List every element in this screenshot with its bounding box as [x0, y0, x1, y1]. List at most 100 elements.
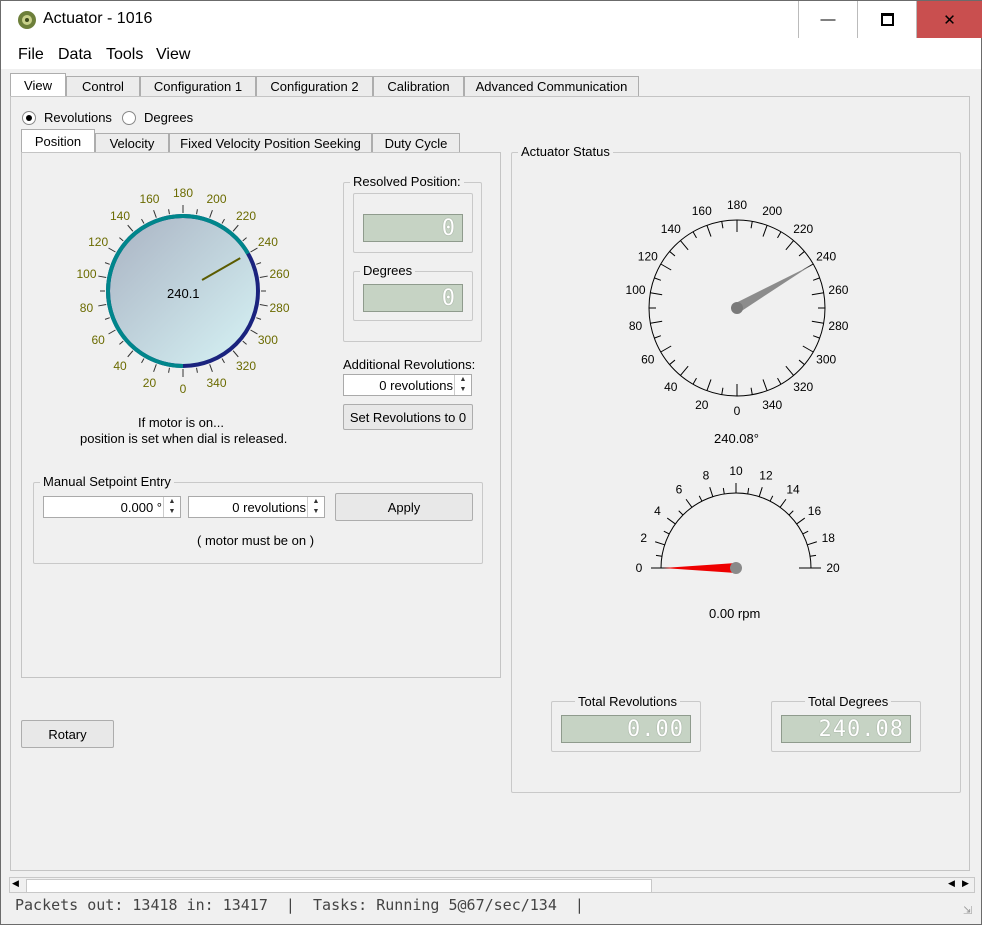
dial-value: 240.1	[167, 286, 200, 301]
status-bar: Packets out: 13418 in: 13417 | Tasks: Ru…	[15, 896, 584, 914]
spin-arrows-icon[interactable]: ▲ ▼	[454, 375, 471, 395]
gauge-tick	[762, 225, 768, 237]
close-icon: ✕	[943, 11, 956, 29]
dial-tick-label: 60	[91, 333, 105, 347]
total-degrees-display: 240.08	[781, 715, 911, 743]
additional-revolutions-spinbox[interactable]: 0 revolutions ▲ ▼	[343, 374, 472, 396]
gauge-tick-label: 340	[762, 398, 782, 412]
speed-gauge-tick	[722, 487, 725, 495]
gauge-tick	[721, 221, 724, 229]
dial-tick	[98, 275, 107, 278]
speed-gauge-tick-label: 2	[640, 531, 647, 545]
setpoint-degrees-spinbox[interactable]: 0.000 ° ▲ ▼	[43, 496, 181, 518]
dial-tick-label: 240	[258, 235, 278, 249]
dial-tick-label: 260	[269, 267, 289, 281]
dial-tick	[221, 218, 225, 224]
revolutions-radio[interactable]	[22, 111, 36, 125]
gauge-tick	[798, 251, 805, 257]
spin-arrows-icon[interactable]: ▲ ▼	[163, 497, 180, 517]
gauge-tick	[750, 221, 753, 229]
scroll-right-icon[interactable]: ▶	[962, 878, 969, 889]
dial-tick	[232, 224, 239, 232]
tab-calibration[interactable]: Calibration	[373, 76, 464, 96]
speed-gauge-tick-label: 16	[808, 504, 822, 518]
tab-configuration-2[interactable]: Configuration 2	[256, 76, 373, 96]
dial-tick	[119, 237, 124, 242]
dial-tick-label: 120	[88, 235, 108, 249]
tab-duty-cycle[interactable]: Duty Cycle	[372, 133, 460, 153]
tab-fixed-velocity-position-seeking[interactable]: Fixed Velocity Position Seeking	[169, 133, 372, 153]
setpoint-revolutions-spinbox[interactable]: 0 revolutions ▲ ▼	[188, 496, 325, 518]
tab-velocity[interactable]: Velocity	[95, 133, 169, 153]
dial-tick	[119, 340, 124, 345]
gauge-tick-label: 240	[816, 250, 836, 264]
scroll-left-icon[interactable]: ◀	[12, 878, 19, 889]
dial-tick	[196, 209, 198, 215]
gauge-tick-label: 120	[638, 250, 658, 264]
menu-bar: File Data Tools View	[1, 39, 981, 69]
menu-data[interactable]: Data	[58, 46, 92, 64]
dial-tick	[168, 367, 170, 373]
dial-tick	[209, 364, 213, 372]
close-button[interactable]: ✕	[916, 1, 982, 38]
speed-gauge-tick	[678, 510, 684, 516]
gauge-tick	[650, 292, 663, 296]
tab-advanced-communication[interactable]: Advanced Communication	[464, 76, 639, 96]
gauge-tick-label: 300	[816, 353, 836, 367]
gauge-hub	[731, 302, 743, 314]
apply-button[interactable]: Apply	[335, 493, 473, 521]
menu-file[interactable]: File	[18, 46, 44, 64]
dial-tick	[141, 218, 145, 224]
rotary-button[interactable]: Rotary	[21, 720, 114, 748]
speed-gauge: 0 24 6 8 10 12 14 1618 20	[636, 464, 840, 575]
spin-arrows-icon[interactable]: ▲ ▼	[307, 497, 324, 517]
degrees-radio-label[interactable]: Degrees	[144, 110, 193, 125]
resize-grip-icon[interactable]: ⇲	[963, 904, 972, 917]
dial-tick	[232, 350, 239, 358]
speed-gauge-needle	[663, 563, 736, 573]
scroll-left-icon[interactable]: ◀	[948, 878, 955, 889]
dial-tick-label: 300	[258, 333, 278, 347]
dial-tick	[108, 247, 116, 253]
app-window: Actuator - 1016 — ✕ File Data Tools View…	[0, 0, 982, 925]
revolutions-radio-label[interactable]: Revolutions	[44, 110, 112, 125]
minimize-button[interactable]: —	[798, 1, 857, 38]
speed-gauge-tick-label: 20	[826, 561, 840, 575]
minimize-icon: —	[820, 11, 836, 28]
tab-view[interactable]: View	[10, 73, 66, 97]
menu-view[interactable]: View	[156, 46, 190, 64]
speed-gauge-tick	[685, 498, 693, 508]
speed-gauge-hub	[730, 562, 742, 574]
tab-position[interactable]: Position	[21, 129, 95, 153]
set-revolutions-button[interactable]: Set Revolutions to 0	[343, 404, 473, 430]
additional-revolutions-value[interactable]: 0 revolutions	[379, 378, 453, 393]
gauge-tick	[680, 365, 689, 376]
dial-tick-label: 340	[207, 376, 227, 390]
dial-tick-label: 40	[113, 359, 127, 373]
gauge-tick-label: 260	[828, 283, 848, 297]
gauge-tick	[654, 277, 662, 281]
dial-tick-label: 0	[180, 382, 187, 396]
dial-tick	[242, 340, 247, 345]
setpoint-degrees-value[interactable]: 0.000 °	[121, 500, 162, 515]
additional-revolutions-label: Additional Revolutions:	[343, 357, 476, 372]
maximize-icon	[880, 13, 894, 26]
maximize-button[interactable]	[857, 1, 916, 38]
gauge-tick	[777, 377, 782, 385]
gauge-tick	[706, 379, 712, 391]
scrollbar-thumb[interactable]	[26, 879, 652, 893]
gauge-tick	[811, 292, 824, 296]
dial-tick	[196, 367, 198, 373]
setpoint-revolutions-value[interactable]: 0 revolutions	[232, 500, 306, 515]
horizontal-scrollbar[interactable]: ◀ ◀ ▶	[9, 877, 975, 893]
speed-gauge-tick-label: 8	[703, 469, 710, 483]
tab-control[interactable]: Control	[66, 76, 140, 96]
speed-gauge-tick	[779, 498, 787, 508]
menu-tools[interactable]: Tools	[106, 46, 143, 64]
tab-configuration-1[interactable]: Configuration 1	[140, 76, 256, 96]
gauge-tick-label: 200	[762, 204, 782, 218]
dial-tick	[104, 317, 110, 320]
gauge-tick	[762, 379, 768, 391]
degrees-radio[interactable]	[122, 111, 136, 125]
gauge-tick-label: 180	[727, 198, 747, 212]
